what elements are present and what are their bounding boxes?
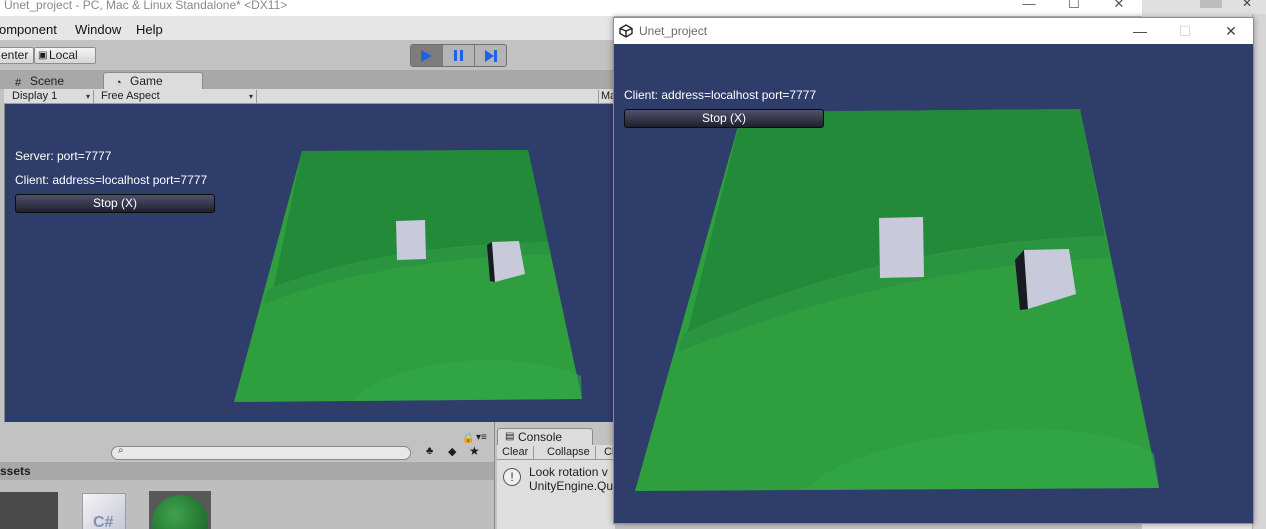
aspect-dropdown[interactable]: Free Aspect ▾	[95, 90, 257, 103]
tab-console[interactable]: ▤ Console	[497, 428, 593, 445]
assets-label: ssets	[0, 464, 31, 478]
csharp-script-icon[interactable]: C#	[82, 493, 126, 529]
close-icon[interactable]: ✕	[1242, 0, 1252, 10]
play-icon	[421, 49, 432, 62]
editor-title: Unet_project - PC, Mac & Linux Standalon…	[4, 0, 288, 12]
lock-icon[interactable]: 🔒	[462, 433, 474, 444]
search-icon: ⌕	[118, 445, 124, 456]
unity-logo-icon	[619, 24, 633, 38]
aspect-value: Free Aspect	[101, 90, 160, 102]
folder-thumbnail[interactable]	[0, 492, 58, 529]
minimize-icon[interactable]: —	[1015, 0, 1043, 12]
editor-toolbar: enter ▣ Local	[0, 40, 614, 70]
step-button[interactable]	[475, 45, 506, 66]
pivot-center-button[interactable]: enter	[0, 47, 34, 64]
scrollbar[interactable]	[1252, 14, 1266, 529]
maximize-on-play-toggle[interactable]: Ma	[598, 90, 614, 103]
sphere-icon	[152, 495, 208, 529]
pause-icon	[454, 50, 463, 61]
client-status-label: Client: address=localhost port=7777	[624, 88, 817, 102]
console-entry[interactable]: Look rotation v UnityEngine.Qu	[529, 465, 613, 493]
menu-help[interactable]: Help	[136, 22, 163, 37]
close-icon[interactable]: ✕	[1211, 21, 1251, 41]
stop-button[interactable]: Stop (X)	[15, 194, 215, 213]
close-icon[interactable]: ✕	[1105, 0, 1133, 12]
editor-game-view[interactable]: Server: port=7777 Client: address=localh…	[4, 104, 614, 422]
stop-button[interactable]: Stop (X)	[624, 109, 824, 128]
panel-menu-icon[interactable]: ▾≡	[476, 432, 487, 443]
menu-window[interactable]: Window	[75, 22, 121, 37]
display-dropdown[interactable]: Display 1 ▾	[6, 90, 94, 103]
editor-titlebar: Unet_project - PC, Mac & Linux Standalon…	[0, 0, 1142, 16]
console-toolbar: Clear Collapse Cl	[497, 445, 615, 460]
console-entry-line2: UnityEngine.Qu	[529, 479, 614, 493]
step-icon	[484, 49, 497, 62]
server-status-label: Server: port=7777	[15, 149, 112, 163]
info-icon: !	[503, 468, 521, 486]
play-controls	[410, 44, 507, 67]
clear-button[interactable]: Clear	[497, 446, 535, 459]
filter-label-icon[interactable]: ◆	[448, 445, 456, 458]
tab-game[interactable]: ◔ Game	[103, 72, 203, 89]
tab-game-label: Game	[130, 74, 163, 88]
tab-scene[interactable]: # Scene	[3, 72, 74, 89]
console-entry-line1: Look rotation v	[529, 465, 608, 479]
cube-icon: ▣	[38, 50, 48, 61]
project-asset-grid: C#	[0, 480, 494, 529]
chevron-down-icon: ▾	[248, 92, 253, 101]
display-value: Display 1	[12, 90, 58, 102]
filter-type-icon[interactable]: ♣	[426, 445, 433, 457]
background-window-titlebar: ✕	[1142, 0, 1266, 14]
maximize-icon[interactable]: ☐	[1060, 0, 1088, 12]
minimize-icon[interactable]: —	[1120, 21, 1160, 41]
collapse-button[interactable]: Collapse	[542, 446, 596, 459]
player-game-view[interactable]: Client: address=localhost port=7777 Stop…	[614, 44, 1253, 523]
cube	[396, 220, 426, 260]
project-search-input[interactable]: ⌕	[111, 445, 411, 460]
tab-scene-label: Scene	[30, 74, 65, 88]
editor-bottom-panels: 🔒 ▾≡ ⌕ ♣ ◆ ★ ssets C# ▤ Console Clear Co…	[0, 422, 615, 529]
cube	[879, 217, 924, 278]
maximize-icon: ☐	[1178, 23, 1192, 39]
local-global-button[interactable]: ▣ Local	[34, 47, 96, 64]
favorite-star-icon[interactable]: ★	[469, 444, 480, 458]
player-window: Unet_project — ☐ ✕ Client: address=local…	[613, 17, 1254, 524]
tab-console-label: Console	[518, 430, 563, 444]
play-button[interactable]	[411, 45, 443, 66]
editor-menubar: omponent Window Help	[0, 16, 614, 40]
window-button-icon	[1200, 0, 1222, 8]
pause-button[interactable]	[443, 45, 475, 66]
console-icon: ▤	[505, 431, 515, 442]
editor-tabrow: # Scene ◔ Game	[0, 70, 614, 89]
project-assets-header: ssets	[0, 462, 494, 480]
player-titlebar: Unet_project — ☐ ✕	[614, 18, 1253, 44]
console-panel: ▤ Console Clear Collapse Cl ! Look rotat…	[494, 422, 615, 529]
player-title: Unet_project	[639, 24, 708, 38]
client-status-label: Client: address=localhost port=7777	[15, 173, 208, 187]
console-log: ! Look rotation v UnityEngine.Qu	[497, 460, 615, 529]
local-label: Local	[49, 48, 78, 62]
menu-component[interactable]: omponent	[0, 22, 57, 37]
game-toolbar: Display 1 ▾ Free Aspect ▾ Ma	[4, 89, 614, 104]
material-thumbnail[interactable]	[149, 491, 211, 529]
chevron-down-icon: ▾	[85, 92, 90, 101]
